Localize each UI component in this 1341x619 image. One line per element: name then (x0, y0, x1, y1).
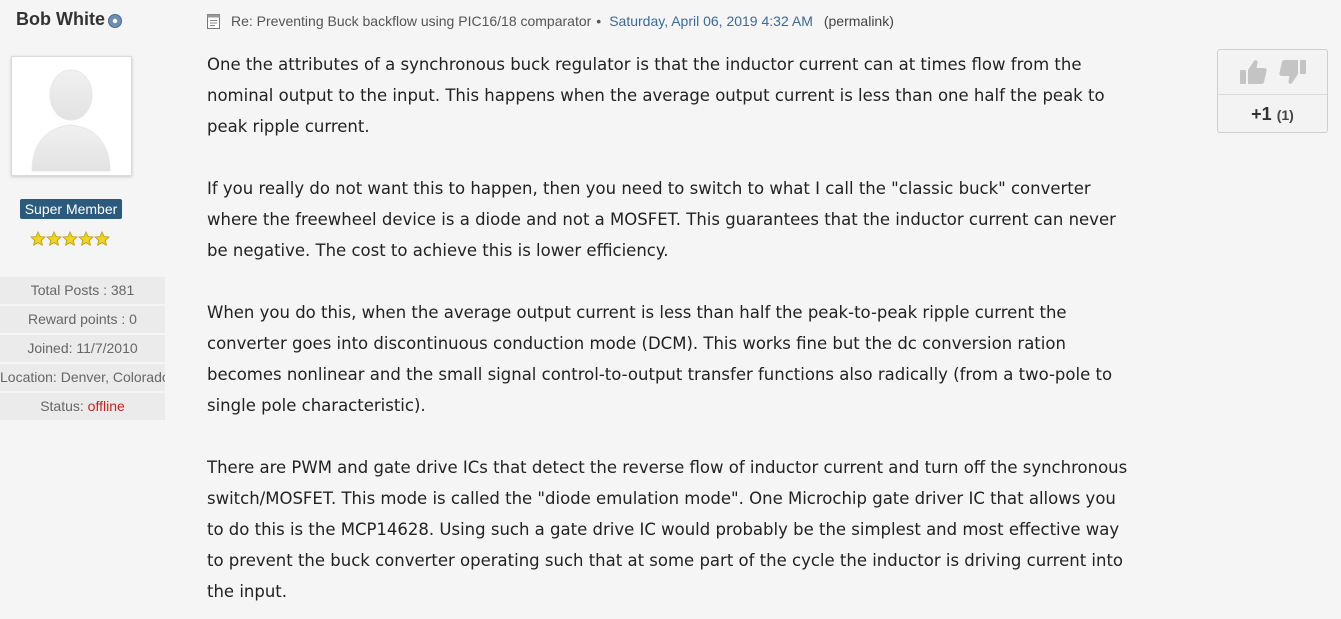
star-icon (94, 231, 110, 247)
vote-buttons (1218, 50, 1327, 95)
username-link[interactable]: Bob White (16, 9, 105, 30)
avatar-placeholder-icon (31, 69, 111, 172)
post-paragraph: If you really do not want this to happen… (207, 179, 1116, 260)
document-icon (206, 13, 222, 30)
joined-date: Joined: 11/7/2010 (0, 335, 165, 362)
score-value: +1 (1251, 104, 1272, 124)
vote-score: +1 (1) (1218, 95, 1327, 134)
user-status: Status: offline (0, 393, 165, 420)
thumbs-down-icon[interactable] (1278, 58, 1308, 86)
user-panel: Bob White Super Member Total Posts: 381… (0, 0, 170, 619)
post-body: One the attributes of a synchronous buck… (207, 49, 1207, 619)
permalink-link[interactable]: (permalink) (824, 13, 894, 29)
user-location: Location: Denver, Colorado (0, 364, 165, 391)
thumbs-up-icon[interactable] (1238, 58, 1268, 86)
avatar[interactable] (11, 56, 132, 176)
post-paragraph: When you do this, when the average outpu… (207, 303, 1113, 415)
username-row: Bob White (16, 9, 122, 30)
post-title: Re: Preventing Buck backflow using PIC16… (231, 13, 592, 29)
post-paragraph: There are PWM and gate drive ICs that de… (207, 458, 1128, 601)
total-posts: Total Posts : 381 (0, 277, 165, 304)
forum-post: Bob White Super Member Total Posts: 381… (0, 0, 1341, 619)
post-header: Re: Preventing Buck backflow using PIC16… (206, 10, 894, 32)
status-value: offline (87, 398, 125, 414)
post-date-link[interactable]: Saturday, April 06, 2019 4:32 AM (609, 13, 813, 29)
star-icon (78, 231, 94, 247)
star-icon (46, 231, 62, 247)
vote-box: +1 (1) (1217, 49, 1328, 133)
star-icon (30, 231, 46, 247)
status-label: Status: (40, 398, 88, 414)
reward-points: Reward points : 0 (0, 306, 165, 333)
rank-badge: Super Member (20, 199, 122, 219)
vote-count: (1) (1276, 106, 1294, 123)
separator-bullet: • (596, 13, 602, 29)
rating-stars (30, 231, 110, 247)
user-info-icon[interactable] (107, 14, 122, 28)
star-icon (62, 231, 78, 247)
post-paragraph: One the attributes of a synchronous buck… (207, 55, 1105, 136)
user-stats: Total Posts : 381 Reward points : 0 Join… (0, 277, 165, 422)
